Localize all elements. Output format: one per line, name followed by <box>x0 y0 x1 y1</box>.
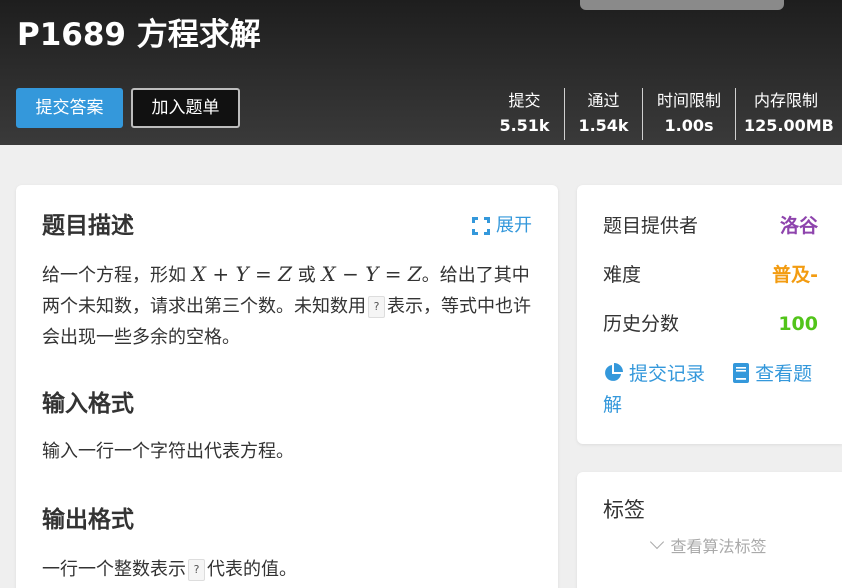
description-heading: 题目描述 <box>42 213 134 239</box>
tags-card: 标签 查看算法标签 <box>577 472 842 588</box>
submission-records-label: 提交记录 <box>629 363 706 385</box>
difficulty-label: 难度 <box>603 264 642 286</box>
stat-memory-limit: 内存限制 125.00MB <box>735 88 842 140</box>
output-format-heading: 输出格式 <box>42 507 134 533</box>
stat-label: 时间限制 <box>656 91 721 110</box>
stat-label: 提交 <box>508 91 541 110</box>
stat-accepted: 通过 1.54k <box>564 88 642 140</box>
output-format-text-2: 代表的值。 <box>207 559 297 580</box>
top-scroll-indicator <box>580 0 784 10</box>
equation-difference: X − Y = Z <box>321 262 422 286</box>
provider-link[interactable]: 洛谷 <box>780 212 818 240</box>
history-score-value: 100 <box>778 313 818 335</box>
description-text-1: 给一个方程，形如 <box>42 265 186 286</box>
difficulty-row: 难度 普及- <box>603 261 818 289</box>
equation-sum: X + Y = Z <box>191 262 293 286</box>
stat-time-limit: 时间限制 1.00s <box>642 88 735 140</box>
stat-label: 内存限制 <box>753 91 818 110</box>
pie-chart-icon <box>605 363 623 381</box>
stat-submissions: 提交 5.51k <box>485 88 564 140</box>
input-format-heading: 输入格式 <box>42 391 134 417</box>
history-score-row: 历史分数 100 <box>603 310 818 338</box>
show-tags-label: 查看算法标签 <box>670 537 767 556</box>
side-links: 提交记录 查看题解 <box>603 359 823 421</box>
expand-label: 展开 <box>496 215 532 236</box>
difficulty-badge: 普及- <box>772 264 818 286</box>
description-text: 给一个方程，形如 X + Y = Z 或 X − Y = Z。给出了其中两个未知… <box>42 259 534 353</box>
output-format-text-1: 一行一个整数表示 <box>42 559 186 580</box>
history-score-label: 历史分数 <box>603 313 680 335</box>
book-icon <box>733 363 750 383</box>
input-format-text: 输入一行一个字符出代表方程。 <box>42 441 294 462</box>
stat-value: 125.00MB <box>744 116 834 135</box>
stat-label: 通过 <box>587 91 620 110</box>
submission-records-link[interactable]: 提交记录 <box>603 363 711 385</box>
stat-value: 1.54k <box>578 116 629 135</box>
stat-value: 5.51k <box>499 116 550 135</box>
provider-label: 题目提供者 <box>603 215 699 237</box>
problem-info-card: 题目提供者 洛谷 难度 普及- 历史分数 100 提交记录 查看题解 <box>577 185 842 444</box>
problem-content-card: 题目描述 展开 给一个方程，形如 X + Y = Z 或 X − Y = Z。给… <box>16 185 558 588</box>
problem-stats: 提交 5.51k 通过 1.54k 时间限制 1.00s 内存限制 125.00… <box>485 88 842 140</box>
chevron-down-icon <box>650 534 665 550</box>
unknown-symbol: ? <box>368 296 385 318</box>
show-tags-toggle[interactable]: 查看算法标签 <box>577 534 842 559</box>
description-text-2: 或 <box>297 265 316 286</box>
output-format-text: 一行一个整数表示? 代表的值。 <box>42 554 534 585</box>
expand-icon <box>472 217 490 235</box>
provider-row: 题目提供者 洛谷 <box>603 212 818 240</box>
unknown-symbol: ? <box>188 559 205 581</box>
stat-value: 1.00s <box>664 116 714 135</box>
tags-title: 标签 <box>603 498 645 522</box>
submit-answer-button[interactable]: 提交答案 <box>16 88 123 128</box>
add-to-list-button[interactable]: 加入题单 <box>131 88 240 128</box>
problem-title: P1689 方程求解 <box>17 17 261 53</box>
expand-button[interactable]: 展开 <box>472 215 532 237</box>
problem-header: P1689 方程求解 提交答案 加入题单 提交 5.51k 通过 1.54k 时… <box>0 0 842 145</box>
